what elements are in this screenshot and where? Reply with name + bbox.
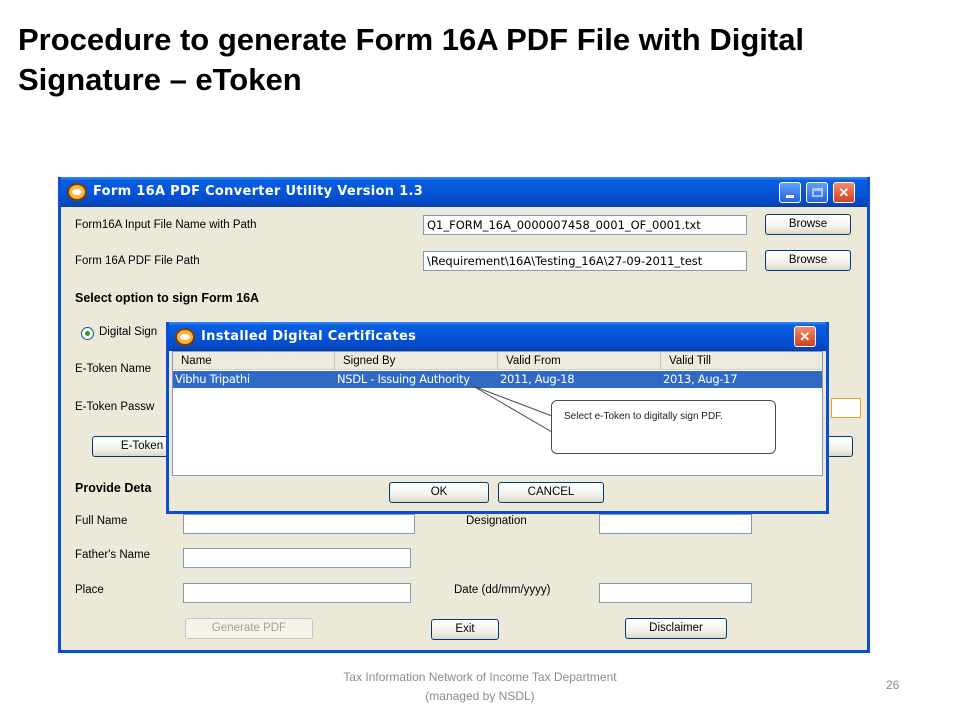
cell-valid-till: 2013, Aug-17 <box>663 372 738 386</box>
column-header-signed-by[interactable]: Signed By <box>335 352 498 370</box>
etoken-password-field[interactable] <box>831 398 861 418</box>
pdf-path-label: Form 16A PDF File Path <box>75 255 200 267</box>
fathers-name-field[interactable] <box>183 548 411 568</box>
cert-dialog-titlebar[interactable]: Installed Digital Certificates ✕ <box>169 322 826 351</box>
place-label: Place <box>75 584 104 596</box>
input-file-label: Form16A Input File Name with Path <box>75 219 257 231</box>
provide-details-heading: Provide Deta <box>75 481 152 495</box>
browse-input-button[interactable]: Browse <box>765 214 851 235</box>
fathers-name-label: Father's Name <box>75 549 151 561</box>
table-header: Name Signed By Valid From Valid Till <box>173 352 822 370</box>
main-window-title: Form 16A PDF Converter Utility Version 1… <box>93 184 424 199</box>
slide-title: Procedure to generate Form 16A PDF File … <box>18 22 805 97</box>
etoken-side-button[interactable] <box>825 436 853 457</box>
ok-button[interactable]: OK <box>389 482 489 503</box>
date-label: Date (dd/mm/yyyy) <box>454 584 551 596</box>
app-icon <box>67 183 87 201</box>
input-file-field[interactable]: Q1_FORM_16A_0000007458_0001_OF_0001.txt <box>423 215 747 235</box>
digital-sign-radio[interactable] <box>81 327 94 340</box>
page-number: 26 <box>886 678 900 692</box>
dialog-app-icon <box>175 328 195 346</box>
generate-pdf-button[interactable]: Generate PDF <box>185 618 313 639</box>
dialog-close-button[interactable]: ✕ <box>794 326 816 347</box>
designation-label: Designation <box>466 515 527 527</box>
sign-section-heading: Select option to sign Form 16A <box>75 291 260 305</box>
close-button[interactable]: ✕ <box>833 182 855 203</box>
maximize-icon <box>811 188 823 197</box>
slide-footer: Tax Information Network of Income Tax De… <box>343 670 617 703</box>
disclaimer-button[interactable]: Disclaimer <box>625 618 727 639</box>
table-row[interactable]: Vibhu Tripathi NSDL - Issuing Authority … <box>173 371 822 388</box>
digital-sign-label: Digital Sign <box>99 326 158 338</box>
minimize-button[interactable] <box>779 182 801 203</box>
etoken-name-label: E-Token Name <box>75 363 152 375</box>
minimize-icon <box>786 195 794 198</box>
full-name-field[interactable] <box>183 514 415 534</box>
maximize-button[interactable] <box>806 182 828 203</box>
etoken-password-label: E-Token Passw <box>75 401 155 413</box>
cell-name: Vibhu Tripathi <box>175 372 250 386</box>
column-header-name[interactable]: Name <box>173 352 335 370</box>
date-field[interactable] <box>599 583 752 603</box>
column-header-valid-till[interactable]: Valid Till <box>661 352 822 370</box>
main-window-titlebar[interactable]: Form 16A PDF Converter Utility Version 1… <box>61 177 867 207</box>
designation-field[interactable] <box>599 514 752 534</box>
browse-pdf-button[interactable]: Browse <box>765 250 851 271</box>
cell-valid-from: 2011, Aug-18 <box>500 372 575 386</box>
pdf-path-field[interactable]: \Requirement\16A\Testing_16A\27-09-2011_… <box>423 251 747 271</box>
place-field[interactable] <box>183 583 411 603</box>
callout-box: Select e-Token to digitally sign PDF. <box>551 400 776 454</box>
cancel-button[interactable]: CANCEL <box>498 482 604 503</box>
column-header-valid-from[interactable]: Valid From <box>498 352 661 370</box>
full-name-label: Full Name <box>75 515 128 527</box>
exit-button[interactable]: Exit <box>431 619 499 640</box>
cell-signed-by: NSDL - Issuing Authority <box>337 372 470 386</box>
close-icon: ✕ <box>838 185 850 200</box>
cert-dialog-title: Installed Digital Certificates <box>201 329 417 344</box>
close-icon: ✕ <box>799 329 811 344</box>
